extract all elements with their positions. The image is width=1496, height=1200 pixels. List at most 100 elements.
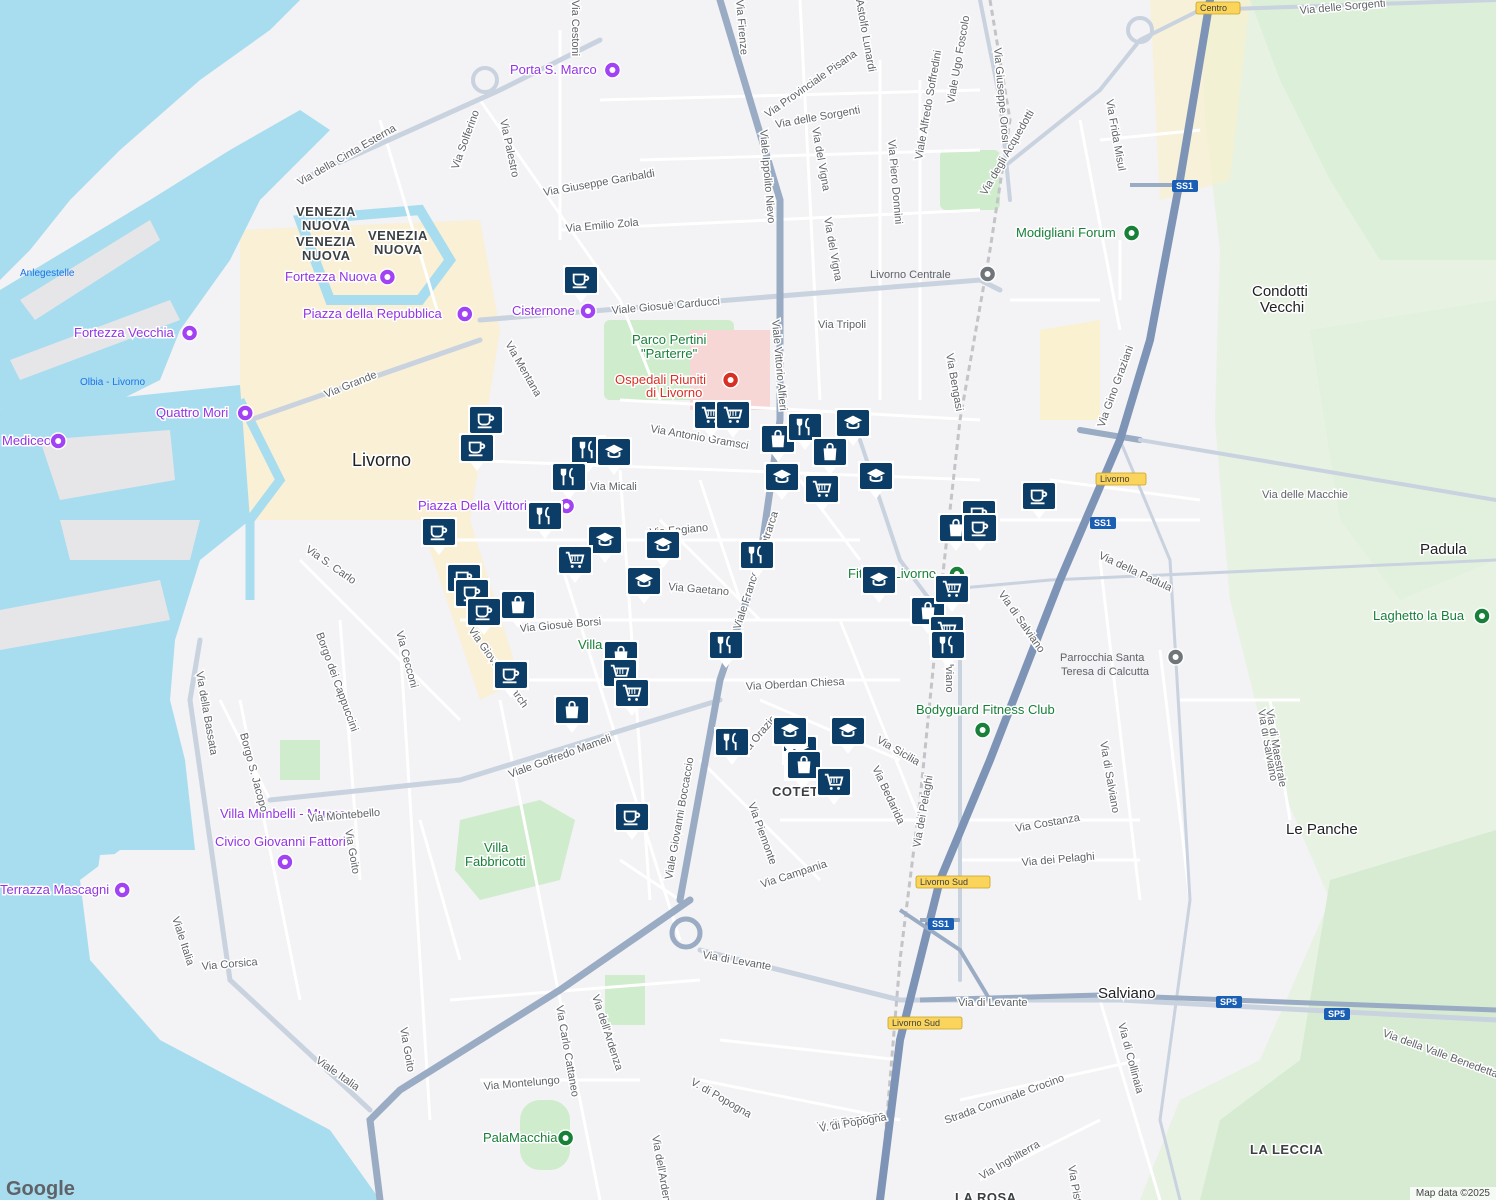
poi-label-olbia[interactable]: Olbia - Livorno	[80, 377, 145, 388]
poi-label-palamacchia[interactable]: PalaMacchia	[482, 1129, 560, 1147]
parco-small-1	[280, 740, 320, 780]
poi-icon-dot	[281, 859, 288, 865]
marker-pin	[461, 435, 493, 461]
place-label-salviano: Salviano	[1098, 985, 1156, 1002]
poi-label-anlegestelle[interactable]: Anlegestelle	[20, 268, 75, 279]
poi-label-fortezza-vecchia[interactable]: Fortezza Vecchia	[73, 324, 176, 342]
poi-label-piazza-vittoria[interactable]: Piazza Della Vittoria	[417, 497, 537, 515]
marker-pin	[616, 804, 648, 830]
marker-pin	[529, 503, 561, 529]
marker-pin	[470, 407, 502, 433]
street-label-s34: Via di Levante	[958, 997, 1028, 1009]
marker-pin	[468, 599, 500, 625]
map-canvas[interactable]: VENEZIANUOVAVENEZIANUOVAVENEZIANUOVACOTE…	[0, 0, 1496, 1200]
shield-label: SP5	[1328, 1009, 1345, 1019]
district-label-venezia-nuova-1: VENEZIA	[296, 204, 356, 219]
street-label-s72: Via Cestoni	[569, 0, 581, 56]
marker-pin	[1023, 483, 1055, 509]
shield-label: Livorno Sud	[920, 877, 968, 887]
marker-pin	[565, 267, 597, 293]
poi-icon-dot	[979, 727, 986, 733]
poi-label-piazza-repubblica[interactable]: Piazza della Repubblica	[302, 305, 445, 323]
marker-pin	[964, 515, 996, 541]
shield-label: SS1	[932, 919, 949, 929]
poi-icon-dot	[1128, 230, 1135, 236]
poi-label-bodyguard[interactable]: Bodyguard Fitness Club	[915, 701, 1057, 719]
marker-pin	[716, 729, 748, 755]
shield-label: SS1	[1094, 518, 1111, 528]
pier-4	[60, 520, 200, 560]
district-label-venezia-nuova-3: VENEZIA	[368, 228, 428, 243]
poi-icon-dot	[384, 274, 391, 280]
poi-label-ospedali-2[interactable]: di Livorno	[645, 384, 704, 402]
poi-label-villa-fabbricotti-1[interactable]: Villa	[483, 839, 511, 857]
road-shield-ss1-a: SS1	[1172, 180, 1198, 192]
shield-label: SS1	[1176, 181, 1193, 191]
parco-small-2	[605, 975, 645, 1025]
google-logo: Google	[6, 1178, 75, 1200]
shield-label: Livorno Sud	[892, 1018, 940, 1028]
place-label-livorno: Livorno	[352, 450, 411, 470]
poi-icon-dot	[1172, 654, 1179, 660]
shield-label: Centro	[1200, 3, 1227, 13]
marker-pin	[932, 632, 964, 658]
poi-icon-dot	[727, 377, 734, 383]
poi-icon-dot	[585, 308, 591, 314]
poi-label-villa-fabbricotti-2[interactable]: Fabbricotti	[464, 853, 528, 871]
poi-label-parrocchia-2[interactable]: Teresa di Calcutta	[1061, 666, 1150, 678]
poi-label-cisternone[interactable]: Cisternone	[511, 302, 577, 320]
road-shield-exit-livorno: Livorno	[1095, 472, 1147, 486]
road-shield-ss1-c: SS1	[928, 918, 954, 930]
marker-pin	[710, 632, 742, 658]
marker-pin	[495, 662, 527, 688]
poi-icon-dot	[562, 1135, 569, 1141]
poi-label-livorno-centrale[interactable]: Livorno Centrale	[870, 269, 951, 281]
road-shield-exit-centro: Centro	[1195, 1, 1241, 15]
marker-pin	[553, 464, 585, 490]
poi-label-villa-small[interactable]: Villa	[577, 636, 605, 654]
place-label-condotti-2: Vecchi	[1260, 299, 1304, 316]
road-shield-exit-livsud-1: Livorno Sud	[915, 875, 991, 889]
street-label-s7: Via Tripoli	[818, 319, 866, 331]
poi-label-mediceo[interactable]: Mediceo	[1, 432, 53, 450]
poi-icon-dot	[563, 503, 570, 509]
road-shield-exit-livsud-2: Livorno Sud	[887, 1016, 963, 1030]
urban-area-2	[1040, 320, 1100, 420]
district-label-venezia-nuova-1b: NUOVA	[302, 218, 351, 233]
district-label-venezia-nuova-3b: NUOVA	[374, 242, 423, 257]
marker-pin	[741, 542, 773, 568]
poi-label-parco-pertini-1[interactable]: Parco Pertini	[631, 331, 709, 349]
district-label-venezia-nuova-2: VENEZIA	[296, 234, 356, 249]
road-shield-sp5-b: SP5	[1324, 1008, 1350, 1020]
poi-label-modigliani-forum[interactable]: Modigliani Forum	[1015, 224, 1118, 242]
street-label-s47: Via delle Macchie	[1262, 489, 1348, 501]
map-attribution[interactable]: Map data ©2025	[1409, 1187, 1496, 1200]
district-label-la-leccia: LA LECCIA	[1250, 1142, 1323, 1157]
poi-icon-dot	[984, 271, 991, 277]
marker-pin	[423, 519, 455, 545]
road-shield-ss1-b: SS1	[1090, 517, 1116, 529]
poi-icon-dot	[186, 330, 193, 336]
poi-icon-dot	[55, 438, 62, 444]
poi-icon-dot	[119, 887, 126, 893]
poi-icon-dot	[609, 67, 616, 73]
marker-pin	[789, 414, 821, 440]
road-shield-sp5-a: SP5	[1216, 996, 1242, 1008]
poi-label-villa-mimbelli-2[interactable]: Civico Giovanni Fattori	[214, 833, 348, 851]
place-label-condotti-1: Condotti	[1252, 283, 1308, 300]
street-label-s11: Via Micali	[590, 481, 637, 493]
poi-label-quattro-mori[interactable]: Quattro Mori	[155, 404, 230, 422]
shield-label: Livorno	[1100, 474, 1130, 484]
poi-label-laghetto[interactable]: Laghetto la Bua	[1372, 607, 1467, 625]
poi-label-porta-s-marco[interactable]: Porta S. Marco	[509, 61, 599, 79]
poi-icon-dot	[461, 311, 468, 317]
shield-label: SP5	[1220, 997, 1237, 1007]
poi-icon-dot	[242, 410, 249, 416]
poi-label-terrazza-mascagni[interactable]: Terrazza Mascagni	[0, 881, 111, 899]
poi-label-fortezza-nuova[interactable]: Fortezza Nuova	[284, 268, 380, 286]
poi-label-parrocchia-1[interactable]: Parrocchia Santa	[1060, 652, 1145, 664]
poi-label-parco-pertini-2[interactable]: "Parterre"	[640, 345, 700, 363]
district-label-la-rosa: LA ROSA	[955, 1190, 1017, 1200]
place-label-le-panche: Le Panche	[1286, 821, 1358, 838]
district-label-venezia-nuova-2b: NUOVA	[302, 248, 351, 263]
